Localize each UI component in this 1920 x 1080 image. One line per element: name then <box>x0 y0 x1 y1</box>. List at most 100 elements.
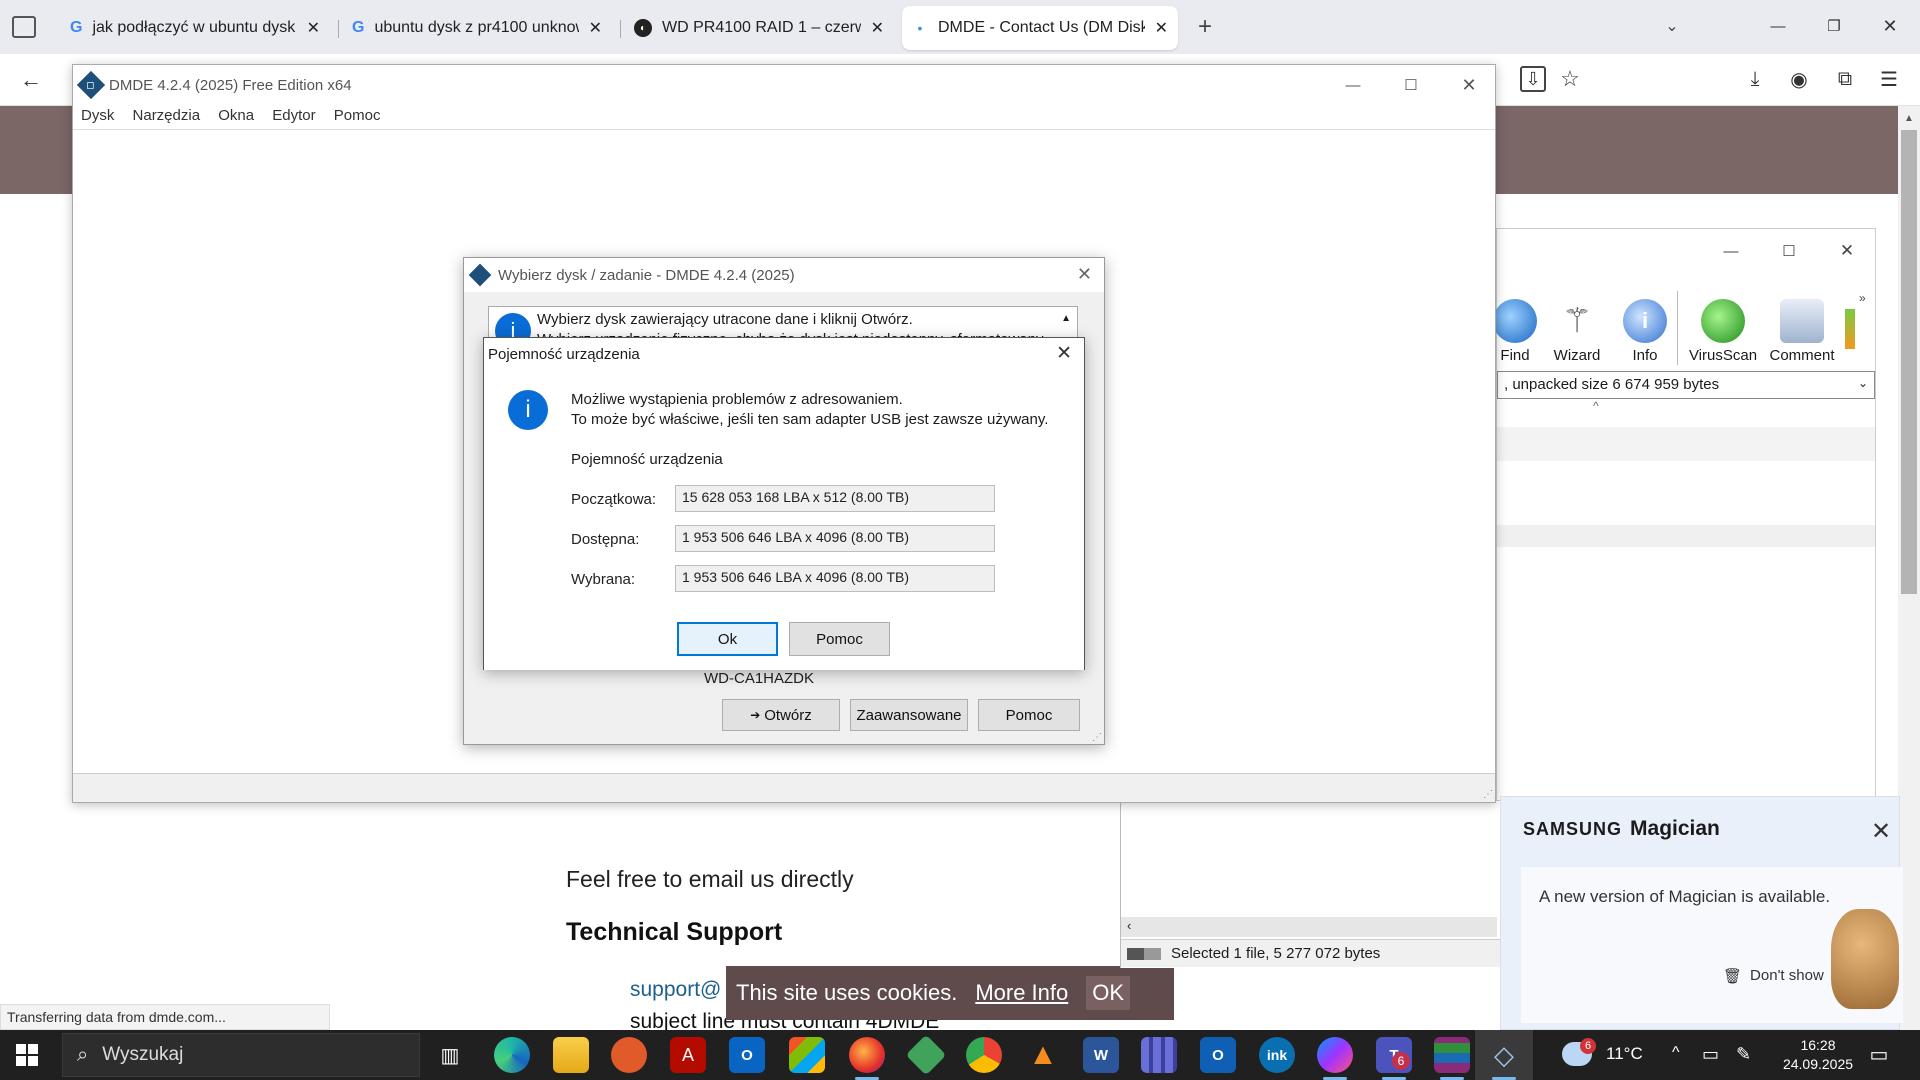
selected-capacity-field[interactable]: 1 953 506 646 LBA x 4096 (8.00 TB) <box>675 565 995 592</box>
scroll-left-icon[interactable]: ‹ <box>1127 918 1131 933</box>
chrome-icon[interactable] <box>966 1037 1002 1073</box>
tab-3[interactable]: ◐ WD PR4100 RAID 1 – czerwone ✕ <box>624 6 894 50</box>
close-icon[interactable]: ✕ <box>1457 73 1481 97</box>
calendar-app-icon[interactable] <box>1141 1037 1177 1073</box>
notification-center-icon[interactable]: ▭ <box>1866 1042 1892 1066</box>
scrollbar-thumb[interactable] <box>1901 130 1917 594</box>
cookie-banner: This site uses cookies. More Info OK <box>726 966 1174 1020</box>
horizontal-scrollbar[interactable]: ‹ <box>1121 917 1497 937</box>
tab-separator <box>338 20 339 38</box>
tab-close-icon[interactable]: ✕ <box>1155 18 1168 38</box>
tab-list-chevron-icon[interactable]: ⌄ <box>1660 16 1684 36</box>
available-capacity-field[interactable]: 1 953 506 646 LBA x 4096 (8.00 TB) <box>675 525 995 552</box>
vlc-icon[interactable]: ▲ <box>1025 1037 1061 1073</box>
close-icon[interactable]: ✕ <box>1871 817 1891 846</box>
capacity-help-button[interactable]: Pomoc <box>789 622 890 656</box>
maximize-icon[interactable]: ☐ <box>1399 73 1423 97</box>
profile-icon[interactable]: ◉ <box>1786 66 1812 92</box>
menu-edytor[interactable]: Edytor <box>272 107 315 124</box>
tab-close-icon[interactable]: ✕ <box>871 18 884 38</box>
clock[interactable]: 16:28 24.09.2025 <box>1768 1036 1868 1074</box>
file-explorer-icon[interactable] <box>553 1037 589 1073</box>
comment-tool[interactable]: Comment <box>1763 299 1841 364</box>
taskbar-search-box[interactable]: ⌕ Wyszukaj <box>62 1033 420 1077</box>
menu-divider <box>73 129 1495 130</box>
initial-capacity-field[interactable]: 15 628 053 168 LBA x 512 (8.00 TB) <box>675 485 995 512</box>
tab-4-active[interactable]: • DMDE - Contact Us (DM Disk Ed ✕ <box>902 6 1178 50</box>
chevron-up-icon[interactable]: ^ <box>1672 1044 1680 1062</box>
comment-label: Comment <box>1769 347 1835 364</box>
menu-dysk[interactable]: Dysk <box>81 107 114 124</box>
cookie-more-info-link[interactable]: More Info <box>975 980 1068 1006</box>
winrar-icon[interactable] <box>1434 1037 1470 1073</box>
back-arrow-icon[interactable]: ← <box>18 67 44 93</box>
microsoft-store-icon[interactable] <box>789 1037 825 1073</box>
close-icon[interactable]: ✕ <box>1056 342 1072 365</box>
scroll-up-icon[interactable]: ▲ <box>1901 110 1917 126</box>
bookmark-star-icon[interactable]: ☆ <box>1556 65 1584 93</box>
menu-pomoc[interactable]: Pomoc <box>334 107 381 124</box>
maximize-icon[interactable]: ☐ <box>1777 239 1801 263</box>
restore-icon[interactable]: ❐ <box>1822 14 1846 38</box>
resize-grip-icon[interactable]: ⋰ <box>1092 732 1102 743</box>
menu-icon[interactable]: ☰ <box>1876 66 1902 92</box>
scroll-up-icon[interactable]: ▲ <box>1061 313 1071 324</box>
word-icon[interactable]: W <box>1083 1037 1119 1073</box>
messenger-icon[interactable] <box>1317 1037 1353 1073</box>
disk-serial: WD-CA1HAZDK <box>704 670 815 687</box>
file-list-row[interactable] <box>1497 525 1875 547</box>
toolbar-more-chevron-icon[interactable]: » <box>1859 291 1866 305</box>
menu-okna[interactable]: Okna <box>218 107 254 124</box>
new-tab-plus-icon[interactable]: + <box>1192 13 1218 40</box>
virusscan-tool[interactable]: VirusScan <box>1683 299 1763 364</box>
edge-icon[interactable] <box>494 1037 530 1073</box>
app-diamond-icon[interactable] <box>905 1034 947 1076</box>
close-window-icon[interactable]: ✕ <box>1878 14 1902 38</box>
archive-path-bar[interactable]: , unpacked size 6 674 959 bytes ⌄ <box>1497 371 1875 399</box>
capacity-section-label: Pojemność urządzenia <box>571 451 723 468</box>
inkscape-icon[interactable]: ink <box>1259 1037 1295 1073</box>
dont-show-button[interactable]: 🗑 Don't show <box>1723 967 1824 985</box>
install-page-icon[interactable]: ⇩ <box>1520 66 1546 92</box>
tab-close-icon[interactable]: ✕ <box>307 18 320 38</box>
tab-1[interactable]: G jak podłączyć w ubuntu dysk po ✕ <box>60 6 330 50</box>
advanced-button[interactable]: Zaawansowane <box>850 699 968 731</box>
close-icon[interactable]: ✕ <box>1835 239 1859 263</box>
acrobat-icon[interactable]: A <box>670 1037 706 1073</box>
pen-icon[interactable]: ✎ <box>1736 1044 1751 1065</box>
magician-product: Magician <box>1630 817 1720 840</box>
tab-2[interactable]: G ubuntu dysk z pr4100 unknown ✕ <box>342 6 612 50</box>
windows-start-icon[interactable] <box>14 1042 40 1068</box>
archive-status-bar: Selected 1 file, 5 277 072 bytes <box>1121 939 1501 967</box>
trash-icon: 🗑 <box>1723 968 1743 985</box>
downloads-icon[interactable]: ⤓ <box>1742 66 1768 92</box>
info-tool[interactable]: i Info <box>1613 299 1677 364</box>
dmde-taskbar-icon[interactable]: ◇ <box>1486 1037 1522 1073</box>
file-list-row[interactable] <box>1497 427 1875 461</box>
chevron-down-icon[interactable]: ⌄ <box>1858 376 1868 390</box>
cookie-ok-button[interactable]: OK <box>1086 976 1131 1010</box>
minimize-icon[interactable]: — <box>1719 239 1743 263</box>
support-email-link[interactable]: support@ <box>630 978 721 1002</box>
close-icon[interactable]: ✕ <box>1077 264 1092 285</box>
ok-button[interactable]: Ok <box>677 622 778 656</box>
wizard-tool[interactable]: ⚚ Wizard <box>1545 299 1609 364</box>
task-view-icon[interactable]: ▥ <box>432 1037 468 1073</box>
duckduckgo-icon[interactable] <box>611 1037 647 1073</box>
initial-capacity-label: Początkowa: <box>571 491 657 508</box>
extensions-icon[interactable]: ⧉ <box>1832 66 1858 92</box>
minimize-icon[interactable]: — <box>1341 73 1365 97</box>
open-button[interactable]: ➔ Otwórz <box>722 699 840 731</box>
weather-temperature[interactable]: 11°C <box>1606 1044 1643 1064</box>
help-button[interactable]: Pomoc <box>978 699 1080 731</box>
tab-overview-icon[interactable] <box>12 16 36 38</box>
sort-up-icon[interactable]: ^ <box>1593 399 1599 413</box>
firefox-icon[interactable] <box>849 1037 885 1073</box>
network-icon[interactable]: ▭ <box>1702 1044 1719 1065</box>
outlook-icon[interactable]: O <box>729 1037 765 1073</box>
minimize-icon[interactable]: — <box>1766 14 1790 38</box>
outlook-new-icon[interactable]: O <box>1200 1037 1236 1073</box>
resize-grip-icon[interactable]: ⋰ <box>1483 789 1493 800</box>
menu-narzedzia[interactable]: Narzędzia <box>133 107 201 124</box>
tab-close-icon[interactable]: ✕ <box>589 18 602 38</box>
